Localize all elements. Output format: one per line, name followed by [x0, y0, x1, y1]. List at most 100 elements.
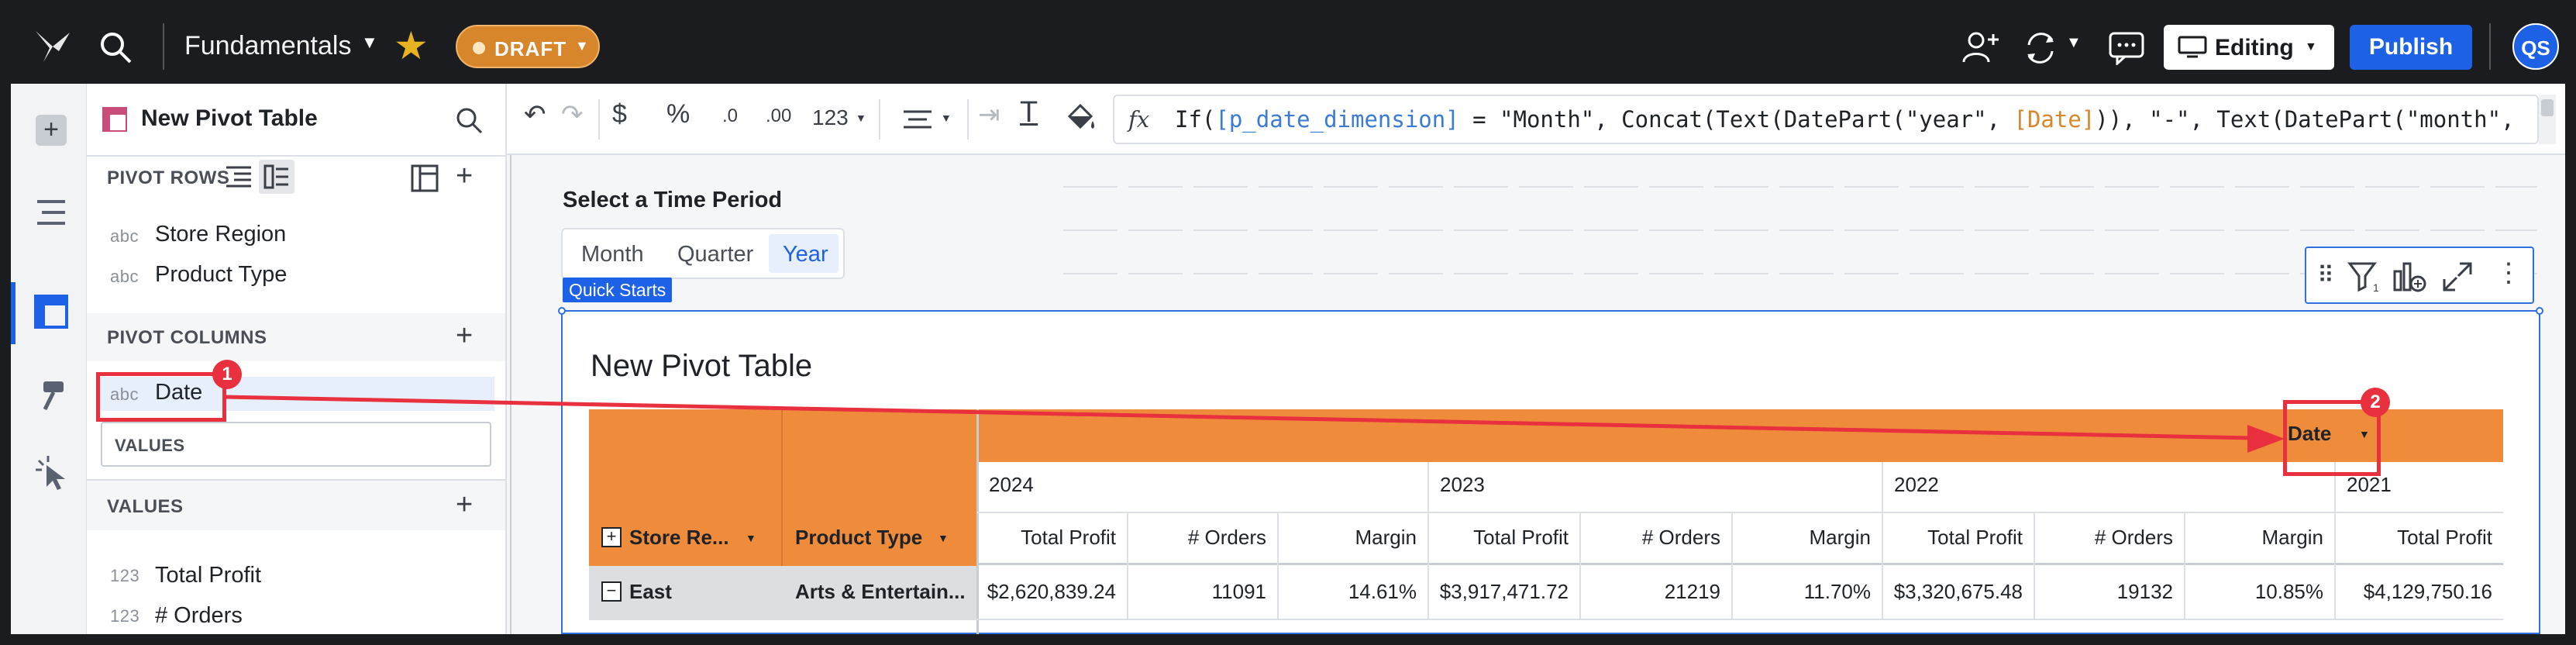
add-value-icon[interactable]: +	[456, 488, 473, 522]
formula-scrollbar[interactable]	[2539, 95, 2556, 144]
text-format-icon[interactable]: T	[1020, 96, 1038, 129]
table-cell-8[interactable]: 10.85%	[2184, 580, 2323, 604]
align-icon[interactable]	[902, 109, 933, 130]
wrap-text-icon[interactable]: ⇥	[978, 99, 1000, 130]
measure-header-8[interactable]: Margin	[2184, 526, 2323, 550]
chevron-down-icon[interactable]: ▼	[856, 112, 866, 124]
filter-icon[interactable]: 1	[2347, 260, 2381, 293]
segment-quarter[interactable]: Quarter	[677, 242, 753, 267]
row-header-product-type[interactable]: Product Type	[795, 526, 922, 550]
app-logo-icon[interactable]	[33, 28, 73, 65]
measure-header-2[interactable]: Margin	[1277, 526, 1417, 550]
user-avatar[interactable]: QS	[2512, 23, 2559, 70]
percent-icon[interactable]: %	[666, 99, 690, 129]
row-region-cell[interactable]: East	[629, 580, 672, 604]
pivot-title[interactable]: New Pivot Table	[591, 349, 812, 384]
element-properties-icon[interactable]	[33, 293, 70, 330]
row-settings-icon[interactable]	[411, 164, 439, 192]
indent-layout-icon[interactable]	[225, 164, 253, 189]
year-header-3[interactable]: 2021	[2347, 473, 2392, 497]
measure-header-1[interactable]: # Orders	[1127, 526, 1266, 550]
search-icon[interactable]	[98, 29, 133, 65]
measure-header-0[interactable]: Total Profit	[976, 526, 1116, 550]
row-header-store-region[interactable]: Store Re...	[629, 526, 729, 550]
redo-icon[interactable]: ↷	[561, 99, 584, 130]
sync-icon[interactable]	[2021, 29, 2060, 67]
add-chart-icon[interactable]	[2392, 260, 2427, 293]
formula-bar[interactable]: fx If([p_date_dimension] = "Month", Conc…	[1113, 95, 2539, 144]
draft-badge[interactable]: DRAFT ▼	[456, 25, 600, 68]
measure-header-9[interactable]: Total Profit	[2334, 526, 2492, 550]
add-column-icon[interactable]: +	[456, 319, 473, 353]
year-header-1[interactable]: 2023	[1440, 473, 1485, 497]
year-header-0[interactable]: 2024	[989, 473, 1034, 497]
table-layout-toggle[interactable]	[259, 160, 294, 194]
add-element-icon[interactable]: +	[36, 115, 67, 146]
format-brush-icon[interactable]	[34, 378, 68, 412]
collapse-icon[interactable]: −	[601, 581, 622, 602]
table-cell-9[interactable]: $4,129,750.16	[2334, 580, 2492, 604]
segment-year-label[interactable]: Year	[783, 242, 828, 267]
measure-header-3[interactable]: Total Profit	[1427, 526, 1569, 550]
segment-month[interactable]: Month	[581, 242, 644, 267]
table-cell-5[interactable]: 11.70%	[1731, 580, 1871, 604]
row-item-product-type[interactable]: abc	[110, 267, 139, 287]
value-item-orders[interactable]: # Orders	[155, 603, 243, 629]
table-cell-6[interactable]: $3,320,675.48	[1882, 580, 2023, 604]
divider	[967, 99, 969, 140]
publish-button[interactable]: Publish	[2350, 25, 2472, 70]
outline-icon[interactable]	[34, 197, 68, 228]
add-row-icon[interactable]: +	[456, 160, 473, 193]
number-format-dropdown[interactable]: 123	[812, 105, 849, 130]
more-options-icon[interactable]: ⋮	[2495, 257, 2522, 288]
type-label: 123	[110, 566, 140, 585]
add-user-icon[interactable]	[1961, 29, 2001, 67]
chevron-down-icon[interactable]: ▼	[941, 112, 952, 124]
fill-color-icon[interactable]	[1065, 102, 1097, 136]
table-cell-1[interactable]: 11091	[1127, 580, 1266, 604]
resize-handle[interactable]	[2536, 307, 2543, 315]
measure-header-7[interactable]: # Orders	[2034, 526, 2173, 550]
document-title[interactable]: Fundamentals	[184, 31, 351, 61]
table-cell-2[interactable]: 14.61%	[1277, 580, 1417, 604]
row-item-label[interactable]: Product Type	[155, 262, 287, 288]
chevron-down-icon[interactable]: ▼	[361, 33, 378, 53]
currency-icon[interactable]: $	[612, 99, 627, 129]
row-item-store-region[interactable]: abc	[110, 226, 139, 247]
quick-starts-tag[interactable]: Quick Starts	[563, 278, 673, 302]
measure-header-5[interactable]: Margin	[1731, 526, 1871, 550]
resize-handle[interactable]	[558, 307, 566, 315]
chevron-down-icon[interactable]: ▼	[938, 532, 949, 544]
table-cell-0[interactable]: $2,620,839.24	[976, 580, 1116, 604]
editing-mode-button[interactable]: Editing ▼	[2164, 25, 2334, 70]
year-header-2[interactable]: 2022	[1894, 473, 1939, 497]
chevron-down-icon[interactable]: ▼	[746, 532, 756, 544]
chevron-down-icon: ▼	[2305, 40, 2317, 53]
decrease-decimal-icon[interactable]: .0	[722, 105, 738, 127]
values-drop-zone[interactable]: VALUES	[101, 422, 491, 467]
search-icon[interactable]	[454, 105, 484, 135]
pivot-table-element[interactable]: New Pivot Table Date ▼ + Store Re... ▼ P…	[558, 307, 2543, 636]
row-item-label[interactable]: Store Region	[155, 222, 286, 247]
drag-handle-icon[interactable]: ⠿	[2317, 262, 2334, 289]
increase-decimal-icon[interactable]: .00	[766, 105, 791, 127]
panel-title[interactable]: New Pivot Table	[141, 105, 318, 132]
measure-header-4[interactable]: # Orders	[1579, 526, 1720, 550]
undo-icon[interactable]: ↶	[524, 99, 546, 130]
editing-label: Editing	[2215, 35, 2294, 60]
divider	[2489, 23, 2491, 70]
table-cell-4[interactable]: 21219	[1579, 580, 1720, 604]
table-cell-3[interactable]: $3,917,471.72	[1427, 580, 1569, 604]
measure-header-6[interactable]: Total Profit	[1882, 526, 2023, 550]
element-toolbar: ⠿ 1 ⋮	[2305, 247, 2534, 304]
actions-cursor-icon[interactable]	[33, 454, 70, 492]
expand-icon[interactable]	[2441, 260, 2474, 293]
formula-text-part: )), "-", Text(DatePart("month",	[2095, 106, 2515, 133]
chevron-down-icon[interactable]: ▼	[2066, 34, 2082, 52]
table-cell-7[interactable]: 19132	[2034, 580, 2173, 604]
value-item-total-profit[interactable]: Total Profit	[155, 563, 261, 588]
star-icon[interactable]: ★	[394, 23, 429, 68]
expand-all-icon[interactable]: +	[601, 527, 622, 547]
comment-icon[interactable]	[2108, 31, 2145, 65]
row-product-cell[interactable]: Arts & Entertain...	[795, 580, 966, 604]
